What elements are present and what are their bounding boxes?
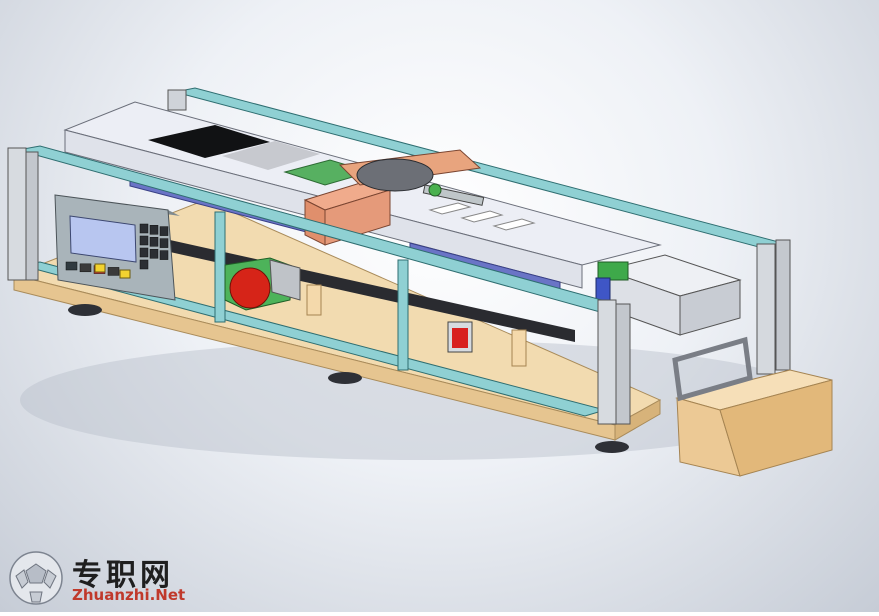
keypad-key[interactable] <box>79 263 92 273</box>
watermark-url-text: Zhuanzhi.Net <box>72 586 186 604</box>
front-post-right-b <box>615 303 631 425</box>
machine-illustration <box>7 87 833 477</box>
keypad-function-key[interactable] <box>94 263 106 273</box>
front-post-left <box>7 147 27 281</box>
keypad-key[interactable] <box>159 250 169 260</box>
wood-support-2 <box>511 329 527 367</box>
keypad-key[interactable] <box>149 225 159 235</box>
keypad-function-key[interactable] <box>119 269 131 279</box>
keypad-key[interactable] <box>139 247 149 258</box>
motor-green-block <box>597 261 629 281</box>
test-rod-knob <box>428 183 442 197</box>
front-vertical-1 <box>214 211 226 323</box>
foot-middle <box>328 372 362 384</box>
watermark: 专职网 Zhuanzhi.Net <box>6 546 206 610</box>
foot-left <box>68 304 102 316</box>
estop-red-button[interactable] <box>229 267 271 309</box>
mouse-component <box>356 158 434 192</box>
keypad-key[interactable] <box>149 237 159 247</box>
rear-post-right-b <box>775 239 791 371</box>
front-post-left-b <box>25 151 39 281</box>
keypad-key[interactable] <box>149 249 159 259</box>
rocker-switch-red <box>452 328 468 348</box>
soccer-ball-logo-icon <box>9 551 63 605</box>
keypad-key[interactable] <box>159 226 169 236</box>
foot-right <box>595 441 629 453</box>
keypad-key[interactable] <box>65 261 78 271</box>
keypad-key[interactable] <box>159 238 169 248</box>
cad-render-scene: 专职网 Zhuanzhi.Net <box>0 0 879 612</box>
wood-support-1 <box>306 284 322 316</box>
rear-post-left <box>167 89 187 111</box>
keypad-key[interactable] <box>107 267 120 276</box>
keypad-key[interactable] <box>139 223 149 234</box>
front-vertical-2 <box>397 259 409 371</box>
keypad-key[interactable] <box>139 259 149 270</box>
front-post-right <box>597 299 617 425</box>
rear-post-right <box>756 243 776 375</box>
keypad-key[interactable] <box>139 235 149 246</box>
